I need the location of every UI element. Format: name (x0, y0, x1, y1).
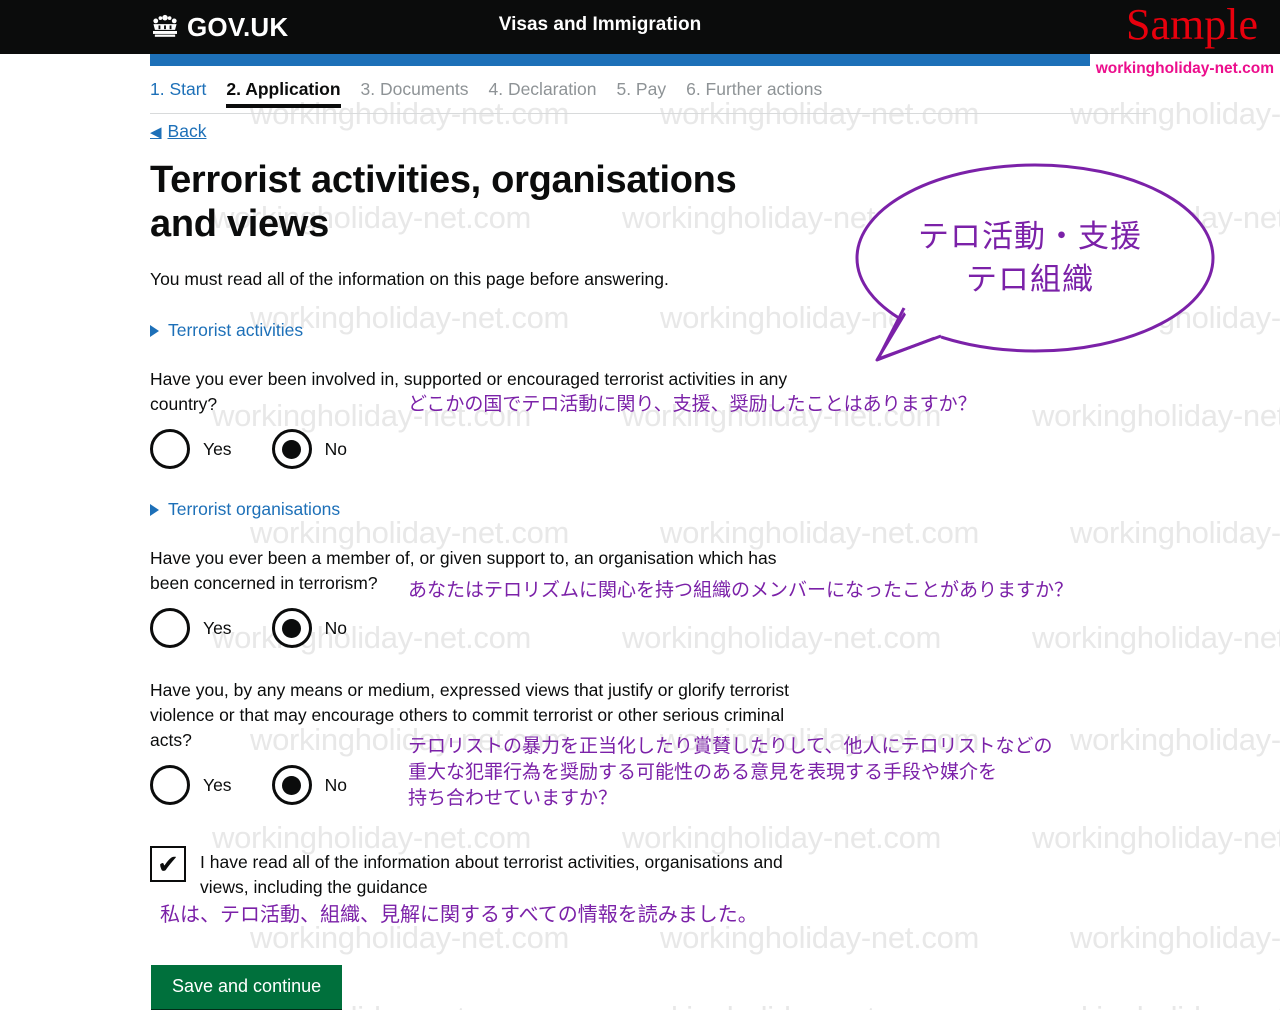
radio-no-label: No (324, 617, 347, 638)
radio-option-no[interactable]: No (271, 608, 347, 648)
back-arrow-icon: ◀ (150, 123, 162, 141)
speech-bubble-text: テロ活動・支援 テロ組織 (845, 216, 1215, 302)
radio-option-yes[interactable]: Yes (150, 608, 232, 648)
step-item-1[interactable]: 1. Start (150, 79, 206, 104)
radio-option-yes[interactable]: Yes (150, 765, 232, 805)
step-item-4[interactable]: 4. Declaration (488, 79, 596, 104)
save-and-continue-button[interactable]: Save and continue (151, 965, 343, 1010)
radio-no-icon[interactable] (271, 765, 312, 805)
radio-no-icon[interactable] (271, 608, 312, 648)
watermark-text: workingholiday-net.com (1070, 515, 1280, 550)
speech-bubble-line-1: テロ活動・支援 (918, 219, 1142, 255)
radio-option-yes[interactable]: Yes (150, 429, 232, 469)
radio-selected-dot (282, 439, 302, 459)
speech-bubble-line-2: テロ組織 (966, 262, 1094, 298)
progress-bar (150, 54, 1090, 66)
jp-annotation-confirmation: 私は、テロ活動、組織、見解に関するすべての情報を読みました。 (160, 902, 758, 926)
jp-annotation-question-1: どこかの国でテロ活動に関り、支援、奨励したことはありますか？ (408, 393, 977, 415)
radio-selected-dot (282, 775, 302, 795)
site-header: GOV.UK Visas and Immigration Sample (0, 0, 1280, 54)
watermark-text: workingholiday-net.com (1070, 722, 1280, 757)
disclosure-label: Terrorist activities (168, 320, 304, 340)
radio-yes-icon[interactable] (150, 429, 190, 469)
radio-yes-icon[interactable] (150, 608, 190, 648)
radio-group-2: Yes No (150, 608, 850, 648)
step-item-3[interactable]: 3. Documents (361, 79, 469, 104)
chevron-right-icon (150, 503, 159, 516)
radio-option-no[interactable]: No (271, 765, 347, 805)
radio-no-label: No (324, 438, 347, 459)
chevron-right-icon (150, 324, 159, 337)
back-link[interactable]: ◀ Back (150, 121, 206, 142)
watermark-text: workingholiday-net.com (1070, 920, 1280, 955)
confirmation-label: I have read all of the information about… (200, 852, 783, 897)
radio-yes-label: Yes (203, 438, 232, 459)
radio-yes-label: Yes (203, 617, 232, 638)
speech-bubble: テロ活動・支援 テロ組織 (845, 160, 1235, 375)
step-item-6[interactable]: 6. Further actions (686, 79, 822, 104)
watermark-text: workingholiday-net.com (1032, 1000, 1280, 1010)
page-root: workingholiday-net.com workingholiday-net… (0, 0, 1280, 1010)
site-url-watermark: workingholiday-net.com (1095, 60, 1274, 77)
watermark-text: workingholiday-net.com (1032, 620, 1280, 655)
sample-watermark: Sample (1126, 0, 1258, 49)
radio-no-icon[interactable] (271, 429, 312, 469)
main-content: Terrorist activities, organisations and … (150, 158, 850, 805)
watermark-text: workingholiday-net.com (1032, 398, 1280, 433)
radio-option-no[interactable]: No (271, 429, 347, 469)
page-title: Terrorist activities, organisations and … (150, 159, 737, 245)
jp-annotation-question-3: テロリストの暴力を正当化したり賞賛したりして、他人にテロリストなどの 重大な犯罪… (408, 735, 1053, 809)
back-link-label: Back (167, 121, 207, 141)
watermark-text: workingholiday-net.com (622, 1000, 941, 1010)
disclosure-label: Terrorist organisations (168, 499, 341, 519)
radio-group-1: Yes No (150, 429, 850, 469)
step-navigation: 1. Start 2. Application 3. Documents 4. Dec… (150, 79, 1150, 108)
service-name: Visas and Immigration (498, 14, 702, 35)
watermark-text: workingholiday-net.com (1032, 820, 1280, 855)
intro-text: You must read all of the information on … (150, 269, 669, 289)
radio-selected-dot (282, 618, 302, 638)
disclosure-terrorist-organisations[interactable]: Terrorist organisations (150, 499, 850, 520)
nav-divider (150, 113, 1150, 114)
radio-yes-label: Yes (203, 774, 232, 795)
confirmation-checkbox[interactable]: ✔ (150, 846, 186, 882)
step-item-2: 2. Application (226, 79, 341, 108)
question-block-1: Have you ever been involved in, supporte… (150, 367, 850, 469)
jp-annotation-question-2: あなたはテロリズムに関心を持つ組織のメンバーになったことがありますか？ (408, 579, 1074, 601)
check-icon: ✔ (157, 849, 179, 879)
radio-no-label: No (324, 774, 347, 795)
step-item-5[interactable]: 5. Pay (616, 79, 666, 104)
confirmation-checkbox-row[interactable]: ✔ I have read all of the information abo… (150, 846, 820, 900)
disclosure-terrorist-activities[interactable]: Terrorist activities (150, 320, 850, 341)
radio-yes-icon[interactable] (150, 765, 190, 805)
